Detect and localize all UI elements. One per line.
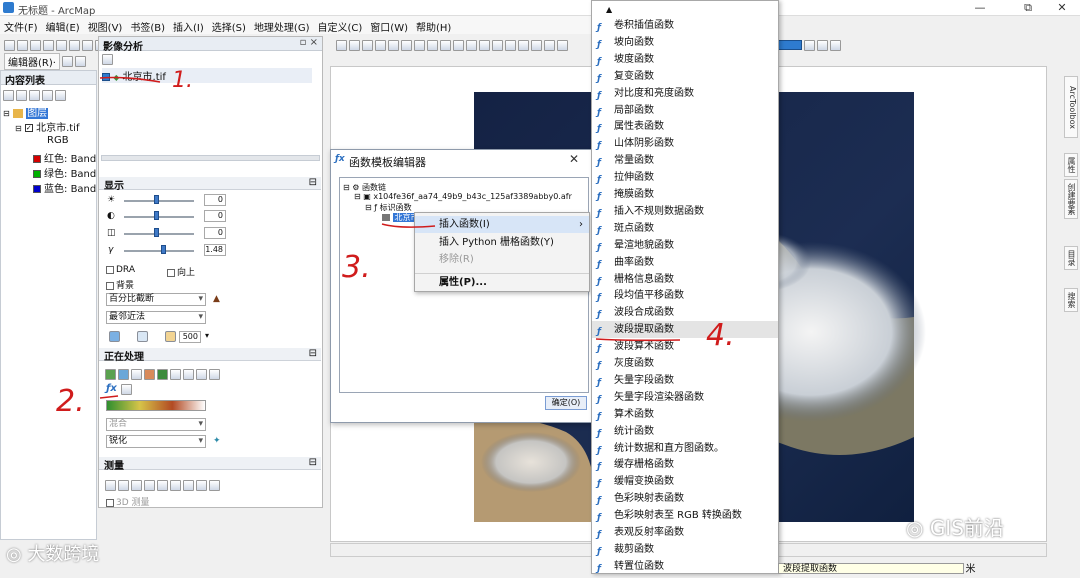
watermark-left-text: 大数跨境 — [27, 544, 100, 565]
watermark-right: ◎ GIS前沿 — [906, 512, 1004, 541]
annotation-4: 4. — [706, 318, 735, 353]
annotation-1: 1. — [172, 68, 193, 93]
watermark-right-text: GIS前沿 — [929, 516, 1004, 540]
wechat-icon: ◎ — [6, 544, 28, 565]
watermark-left: ◎ 大数跨境 — [6, 540, 99, 566]
annotation-layer — [99, 76, 681, 399]
annotation-3: 3. — [342, 250, 371, 285]
wechat-icon: ◎ — [906, 516, 930, 540]
annotation-2: 2. — [56, 384, 85, 419]
